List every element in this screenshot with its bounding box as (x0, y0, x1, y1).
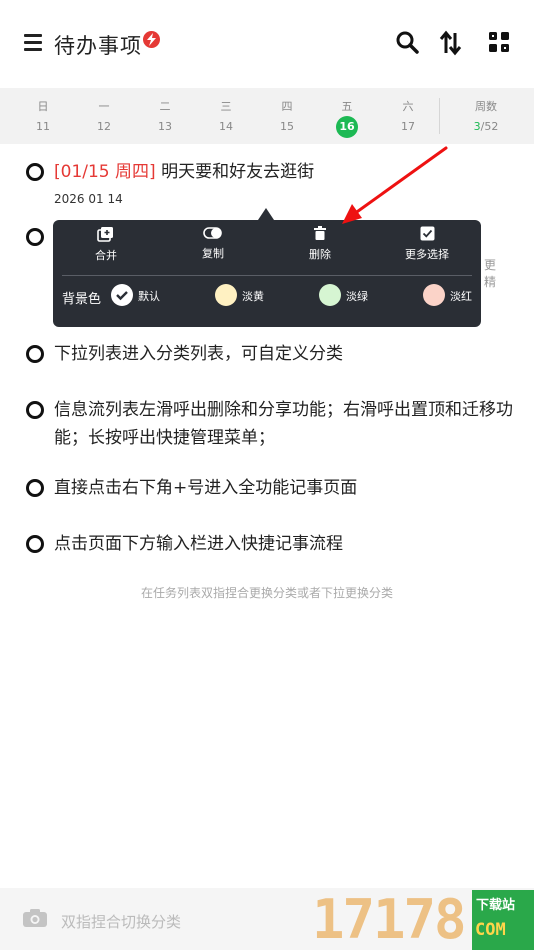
day-date: 13 (158, 120, 172, 133)
check-icon (116, 291, 128, 301)
day-name: 三 (220, 100, 232, 113)
page-title[interactable]: 待办事项 (54, 30, 142, 60)
task-checkbox[interactable] (26, 535, 44, 553)
watermark-line2: COM (475, 920, 506, 940)
camera-icon[interactable] (22, 908, 48, 932)
task-item[interactable]: 点击页面下方输入栏进入快捷记事流程 (26, 530, 506, 558)
flash-badge-icon[interactable] (143, 31, 160, 48)
today-date-badge: 16 (336, 116, 358, 138)
day-date: 17 (401, 120, 415, 133)
day-thu[interactable]: 四 15 (257, 88, 317, 144)
week-current: 3 (473, 120, 481, 133)
delete-button[interactable]: 删除 (275, 226, 365, 272)
day-mon[interactable]: 一 12 (74, 88, 134, 144)
day-date: 14 (219, 120, 233, 133)
week-strip: 日 11 一 12 二 13 三 14 四 15 五 16 六 17 周数 3/… (0, 88, 534, 144)
task-created-date: 2026 01 14 (54, 192, 123, 206)
task-title: 明天要和好友去逛街 (161, 162, 315, 182)
task-checkbox[interactable] (26, 228, 44, 246)
delete-label: 删除 (309, 248, 331, 261)
task-text: 直接点击右下角+号进入全功能记事页面 (54, 478, 358, 498)
task-text: 信息流列表左滑呼出删除和分享功能；右滑呼出置顶和迁移功能；长按呼出快捷管理菜单； (54, 400, 513, 448)
color-label: 默认 (138, 290, 160, 303)
color-swatch-green[interactable] (319, 284, 341, 306)
quick-action-popup: 合并 复制 删除 更多选择 背景色 默认 淡黄 淡绿 淡红 (53, 220, 481, 327)
day-sun[interactable]: 日 11 (13, 88, 73, 144)
more-select-label: 更多选择 (405, 248, 449, 261)
day-name: 二 (159, 100, 171, 113)
quick-input-placeholder[interactable]: 双指捏合切换分类 (61, 911, 181, 932)
copy-label: 复制 (202, 247, 224, 260)
app-header: 待办事项 (0, 0, 534, 88)
task-checkbox[interactable] (26, 345, 44, 363)
color-label: 淡绿 (346, 290, 368, 303)
watermark-number: 17178 (312, 888, 467, 950)
annotation-arrow-icon (342, 146, 448, 224)
merge-button[interactable]: 合并 (61, 226, 151, 272)
background-color-label: 背景色 (62, 292, 102, 307)
task-checkbox[interactable] (26, 163, 44, 181)
day-sat[interactable]: 六 17 (378, 88, 438, 144)
day-date: 11 (36, 120, 50, 133)
color-swatch-yellow[interactable] (215, 284, 237, 306)
watermark-logo: 17178 下载站 COM (312, 890, 534, 950)
day-fri-today[interactable]: 五 16 (317, 88, 377, 144)
color-swatch-red[interactable] (423, 284, 445, 306)
day-name: 一 (98, 100, 110, 113)
menu-icon[interactable] (24, 34, 42, 52)
more-select-button[interactable]: 更多选择 (382, 226, 472, 272)
popup-pointer (258, 208, 274, 220)
day-tue[interactable]: 二 13 (135, 88, 195, 144)
merge-icon (97, 227, 113, 242)
task-text: 下拉列表进入分类列表，可自定义分类 (54, 344, 343, 364)
copy-icon (203, 227, 222, 239)
search-icon[interactable] (395, 30, 421, 56)
week-number-value: 3/52 (446, 120, 526, 133)
color-label: 淡红 (450, 290, 472, 303)
divider (62, 275, 472, 276)
copy-button[interactable]: 复制 (168, 226, 258, 272)
merge-label: 合并 (95, 249, 117, 262)
task-item[interactable]: 下拉列表进入分类列表，可自定义分类 (26, 340, 506, 368)
day-name: 五 (341, 100, 353, 113)
day-name: 四 (281, 100, 293, 113)
sort-icon[interactable] (438, 30, 464, 56)
day-name: 六 (402, 100, 414, 113)
watermark-badge: 下载站 COM (472, 890, 534, 950)
week-total: /52 (480, 120, 499, 133)
task-text-fragment: 更 (484, 258, 497, 272)
color-swatch-default[interactable] (111, 284, 133, 306)
task-date-tag: [01/15 周四] (54, 162, 156, 182)
task-text: 点击页面下方输入栏进入快捷记事流程 (54, 534, 343, 554)
day-date: 12 (97, 120, 111, 133)
task-item[interactable]: 信息流列表左滑呼出删除和分享功能；右滑呼出置顶和迁移功能；长按呼出快捷管理菜单； (26, 396, 513, 452)
divider (439, 98, 440, 134)
list-hint: 在任务列表双指捏合更换分类或者下拉更换分类 (140, 586, 393, 600)
week-number[interactable]: 周数 3/52 (446, 88, 526, 144)
trash-icon (314, 226, 326, 240)
day-name: 日 (37, 100, 49, 113)
task-item[interactable]: 直接点击右下角+号进入全功能记事页面 (26, 474, 506, 502)
week-number-label: 周数 (475, 100, 497, 113)
grid-view-icon[interactable] (487, 30, 513, 56)
task-text-fragment: 精 (484, 275, 497, 289)
task-checkbox[interactable] (26, 479, 44, 497)
day-wed[interactable]: 三 14 (196, 88, 256, 144)
task-checkbox[interactable] (26, 401, 44, 419)
day-date: 15 (280, 120, 294, 133)
watermark-line1: 下载站 (476, 898, 516, 913)
color-label: 淡黄 (242, 290, 264, 303)
